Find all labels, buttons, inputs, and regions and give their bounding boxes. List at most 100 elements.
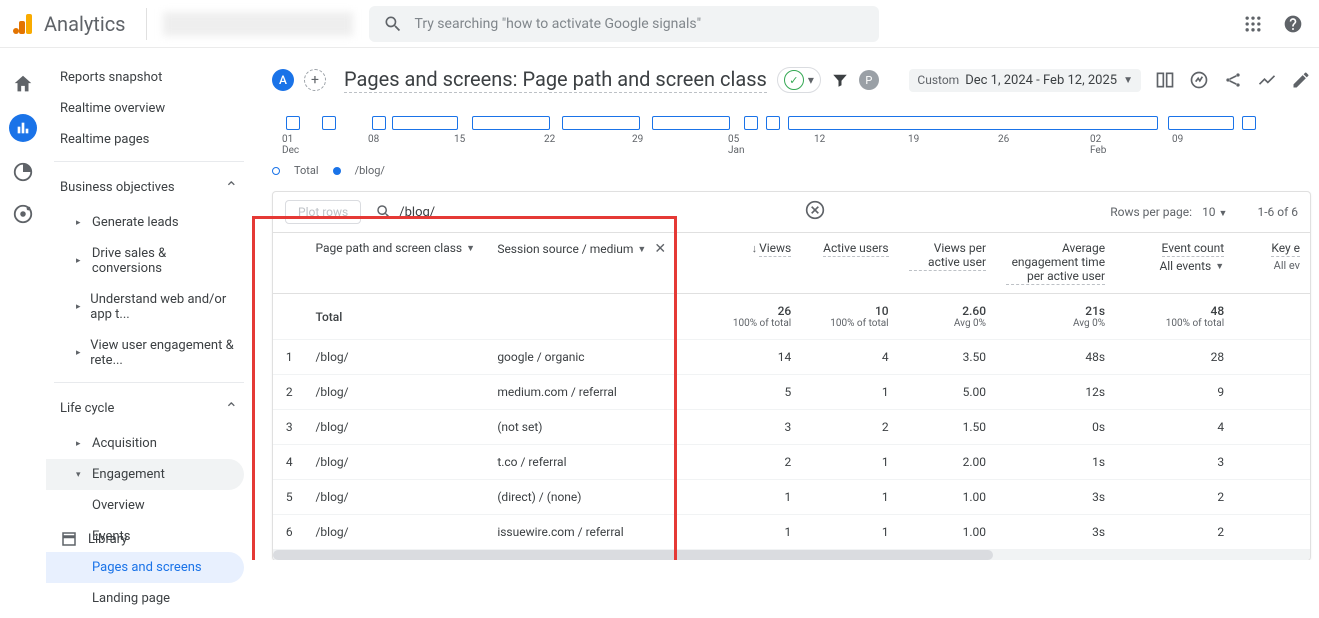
caret-right-icon: ▸ (76, 439, 86, 449)
table-row[interactable]: 5/blog/(direct) / (none)111.003s2 (273, 480, 1310, 515)
close-circle-icon (805, 200, 825, 220)
segment-all-users-chip[interactable]: A (272, 69, 294, 91)
report-check-badge[interactable]: ✓ ▾ (777, 67, 821, 93)
nav-realtime-overview[interactable]: Realtime overview (46, 93, 252, 124)
apps-icon[interactable] (1243, 14, 1263, 34)
table-search[interactable]: /blog/ (375, 203, 435, 221)
timeline-tick: 08 (368, 134, 379, 145)
property-selector[interactable] (163, 12, 353, 36)
add-comparison-button[interactable]: + (304, 69, 326, 91)
rail-home[interactable] (11, 72, 35, 96)
timeline-tick: 22 (544, 134, 555, 145)
nav-life-cycle[interactable]: Life cycle⌃ (46, 389, 252, 428)
timeline-tick: 19 (908, 134, 919, 145)
caret-right-icon: ▸ (76, 348, 84, 358)
library-icon (60, 530, 78, 548)
col-key-events[interactable]: Key eAll ev (1234, 233, 1310, 294)
rail-reports[interactable] (9, 114, 37, 142)
col-event-count[interactable]: Event countAll events ▼ (1115, 233, 1234, 294)
left-rail (0, 48, 46, 226)
legend-dot-total-icon (272, 167, 280, 175)
timeline-ticks: 01Dec0815222905Jan12192602Feb09 (272, 134, 1311, 160)
clear-filter-button[interactable] (805, 200, 825, 224)
user-property-icon[interactable]: P (859, 70, 879, 90)
search-icon (375, 203, 393, 221)
nav-library[interactable]: Library (60, 530, 127, 548)
table-toolbar: Plot rows /blog/ Rows per page: 10 ▼ 1-6… (273, 192, 1310, 233)
analytics-logo-icon (12, 12, 36, 36)
chevron-down-icon: ▾ (808, 73, 814, 87)
check-circle-icon: ✓ (784, 70, 804, 90)
logo-section: Analytics (12, 8, 147, 40)
caret-right-icon: ▸ (76, 218, 86, 228)
caret-right-icon: ▸ (76, 302, 84, 312)
chevron-down-icon: ▼ (1123, 75, 1133, 86)
timeline-tick: 12 (814, 134, 825, 145)
nav-view-user-engagement[interactable]: ▸View user engagement & rete... (46, 330, 252, 376)
compare-icon[interactable] (1155, 70, 1175, 90)
nav-reports-snapshot[interactable]: Reports snapshot (46, 62, 252, 93)
totals-row: Total 26100% of total 10100% of total 2.… (273, 294, 1310, 340)
col-views[interactable]: ↓Views (704, 233, 801, 294)
chevron-down-icon: ▼ (466, 243, 475, 254)
main-content: A + Pages and screens: Page path and scr… (252, 48, 1319, 560)
table-row[interactable]: 2/blog/medium.com / referral515.0012s9 (273, 375, 1310, 410)
nav-drive-sales[interactable]: ▸Drive sales & conversions (46, 238, 252, 284)
table-row[interactable]: 1/blog/google / organic1443.5048s28 (273, 340, 1310, 375)
rail-advertising[interactable] (11, 202, 35, 226)
pagination-range: 1-6 of 6 (1257, 205, 1298, 219)
col-active-users[interactable]: Active users (801, 233, 898, 294)
filter-icon[interactable] (831, 71, 849, 89)
table-row[interactable]: 3/blog/(not set)321.500s4 (273, 410, 1310, 445)
nav-understand-web-app[interactable]: ▸Understand web and/or app t... (46, 284, 252, 330)
timeline-tick: 02Feb (1090, 134, 1106, 156)
timeline-tick: 01Dec (282, 134, 299, 156)
global-search[interactable]: Try searching "how to activate Google si… (369, 6, 879, 42)
nav-landing-page[interactable]: Landing page (46, 583, 252, 614)
date-range-picker[interactable]: Custom Dec 1, 2024 - Feb 12, 2025 ▼ (909, 69, 1141, 92)
timeline-tick: 29 (632, 134, 643, 145)
caret-down-icon: ▾ (76, 470, 86, 480)
rows-per-page-select[interactable]: 10 ▼ (1202, 205, 1227, 219)
table-row[interactable]: 4/blog/t.co / referral212.001s3 (273, 445, 1310, 480)
caret-right-icon: ▸ (76, 256, 86, 266)
col-views-per-user[interactable]: Views per active user (899, 233, 996, 294)
legend-dot-blog-icon (333, 167, 341, 175)
search-icon (383, 14, 403, 34)
table-row[interactable]: 6/blog/issuewire.com / referral111.003s2 (273, 515, 1310, 550)
arrow-down-icon: ↓ (752, 242, 758, 255)
brand-name: Analytics (44, 12, 126, 36)
nav-engagement[interactable]: ▾Engagement (46, 459, 244, 490)
primary-dimension-select[interactable]: Page path and screen class▼ (315, 241, 475, 255)
rail-explore[interactable] (11, 160, 35, 184)
nav-business-objectives[interactable]: Business objectives⌃ (46, 168, 252, 207)
chevron-down-icon: ▼ (637, 244, 646, 255)
event-filter-select[interactable]: All events ▼ (1159, 259, 1224, 273)
top-right-icons (1243, 14, 1307, 34)
help-icon[interactable] (1283, 14, 1303, 34)
search-placeholder: Try searching "how to activate Google si… (415, 16, 702, 32)
timeline-chart (272, 116, 1311, 130)
edit-icon[interactable] (1291, 70, 1311, 90)
chevron-down-icon: ▼ (1219, 209, 1228, 219)
nav-acquisition[interactable]: ▸Acquisition (46, 428, 252, 459)
col-avg-engagement[interactable]: Average engagement time per active user (996, 233, 1115, 294)
horizontal-scrollbar[interactable] (273, 550, 1310, 560)
page-title[interactable]: Pages and screens: Page path and screen … (344, 67, 767, 93)
scroll-thumb[interactable] (273, 550, 993, 560)
share-icon[interactable] (1223, 70, 1243, 90)
nav-overview[interactable]: Overview (46, 490, 252, 521)
nav-pages-screens[interactable]: Pages and screens (46, 552, 244, 583)
insights-icon[interactable] (1189, 70, 1209, 90)
pagination-controls: Rows per page: 10 ▼ 1-6 of 6 (1110, 205, 1298, 219)
secondary-dimension-select[interactable]: Session source / medium▼ (497, 242, 646, 256)
top-header: Analytics Try searching "how to activate… (0, 0, 1319, 48)
nav-generate-leads[interactable]: ▸Generate leads (46, 207, 252, 238)
table-search-value: /blog/ (399, 205, 435, 220)
nav-realtime-pages[interactable]: Realtime pages (46, 124, 252, 155)
data-table-card: Plot rows /blog/ Rows per page: 10 ▼ 1-6… (272, 191, 1311, 560)
remove-dimension-button[interactable]: ✕ (654, 241, 666, 257)
plot-rows-button[interactable]: Plot rows (285, 200, 361, 224)
trend-icon[interactable] (1257, 70, 1277, 90)
timeline-tick: 26 (998, 134, 1009, 145)
